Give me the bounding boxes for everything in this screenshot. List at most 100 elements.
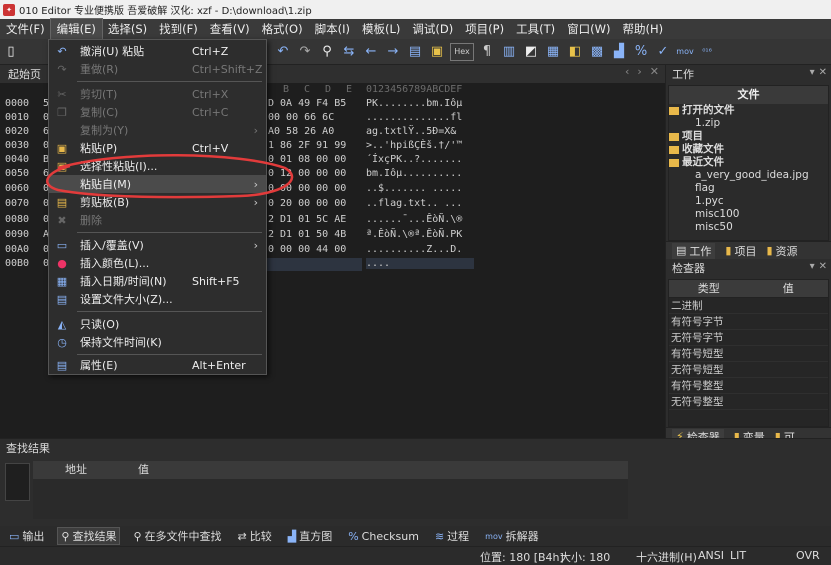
hex-bytes-row[interactable]: 0 00 00 44 00 [268,244,346,255]
tab-find-in-files[interactable]: ⚲ 在多文件中查找 [130,527,224,545]
hex-bytes-row[interactable]: A0 58 26 A0 [268,126,334,137]
pilcrow-icon[interactable]: ¶ [478,43,496,61]
menu-item-paste[interactable]: ▣ 粘贴(P) Ctrl+V [49,139,266,157]
highlight-icon[interactable]: ◩ [522,43,540,61]
menu-format[interactable]: 格式(O) [256,19,309,39]
ascii-row[interactable]: PK........bm.Iôµ [366,98,462,109]
hex-bytes-row[interactable]: 2 D1 01 50 4B [268,229,346,240]
tree-favorites[interactable]: 收藏文件 [669,143,828,156]
menu-item-clipboard[interactable]: ▤ 剪贴板(B) › [49,193,266,211]
inspector-row[interactable]: 无符号字节 [669,330,828,346]
ascii-row[interactable]: ..$....... ..... [366,183,462,194]
menu-help[interactable]: 帮助(H) [616,19,669,39]
menu-script[interactable]: 脚本(I) [309,19,356,39]
panel-menu-icon[interactable]: ▾ [810,67,815,78]
menu-item-copy-as[interactable]: 复制为(Y) › [49,121,266,139]
status-ovr[interactable]: OVR [796,549,820,562]
tab-scroll-right-icon[interactable]: › [637,65,641,78]
menu-item-insert-overwrite[interactable]: ▭ 插入/覆盖(V) › [49,236,266,254]
menu-debug[interactable]: 调试(D) [406,19,459,39]
status-encoding[interactable]: ANSI [698,549,724,562]
menu-file[interactable]: 文件(F) [0,19,51,39]
move-icon[interactable]: mov [676,43,694,61]
hex-bytes-row[interactable]: 00 00 66 6C [268,112,334,123]
tree-file[interactable]: 1.zip [669,117,828,130]
tab-compare[interactable]: ⇄ 比较 [235,527,275,545]
menu-item-cut[interactable]: ✂ 剪切(T) Ctrl+X [49,85,266,103]
hex-bytes-row[interactable]: D 0A 49 F4 B5 [268,98,346,109]
menu-edit[interactable]: 编辑(E) [49,18,103,40]
redo-icon[interactable]: ↷ [296,43,314,61]
menu-select[interactable]: 选择(S) [102,19,153,39]
find-next-icon[interactable]: → [384,43,402,61]
hex-bytes-row[interactable]: 0 01 08 00 00 [268,154,346,165]
menu-template[interactable]: 模板(L) [356,19,406,39]
menu-item-paste-special[interactable]: ▣ 选择性粘贴(I)... [49,157,266,175]
menu-find[interactable]: 找到(F) [153,19,204,39]
find-replace-icon[interactable]: ⇆ [340,43,358,61]
panel-close-icon[interactable]: ✕ [819,67,827,78]
column-value[interactable]: 值 [749,280,829,297]
tab-checksum[interactable]: % Checksum [345,527,422,545]
hex-bytes-row[interactable]: 2 D1 01 5C AE [268,214,346,225]
hex-bytes-row[interactable]: 0 20 00 00 00 [268,198,346,209]
inspector-row[interactable]: 无符号整型 [669,394,828,410]
recent-file[interactable]: misc50 [669,221,828,234]
find-results-grid[interactable]: 地址 值 [33,461,628,519]
tab-workspace[interactable]: ▤ 工作 [672,242,716,259]
menu-project[interactable]: 项目(P) [459,19,510,39]
tab-find-results[interactable]: ⚲ 查找结果 [57,527,121,545]
find-prev-icon[interactable]: ← [362,43,380,61]
tab-output[interactable]: ▭ 输出 [6,527,47,545]
ascii-row[interactable]: ..............fl [366,112,462,123]
menu-item-delete[interactable]: ✖ 删除 [49,211,266,229]
inspector-row[interactable]: 有符号短型 [669,346,828,362]
panel-close-icon[interactable]: ✕ [819,261,827,272]
tab-disassembler[interactable]: mov 拆解器 [482,527,541,545]
menu-item-undo[interactable]: ↶ 撤消(U) 粘贴 Ctrl+Z [49,42,266,60]
hex-bytes-row[interactable]: 0 00 00 00 00 [268,183,346,194]
new-file-icon[interactable]: ▯ [2,43,20,61]
panel-menu-icon[interactable]: ▾ [810,261,815,272]
script-icon[interactable]: ▩ [588,43,606,61]
tab-resources[interactable]: ▮ 资源 [766,243,797,259]
columns-icon[interactable]: ▥ [500,43,518,61]
find-results-options[interactable] [5,463,30,501]
menu-view[interactable]: 查看(V) [204,19,256,39]
tab-process[interactable]: ≋ 过程 [432,527,472,545]
inspector-row[interactable]: 无符号短型 [669,362,828,378]
status-endian[interactable]: LIT [730,549,746,562]
calculator-icon[interactable]: ▦ [544,43,562,61]
column-address[interactable]: 地址 [33,461,138,479]
tree-recent[interactable]: 最近文件 [669,156,828,169]
ascii-row[interactable]: ..........Z...D. [366,244,462,255]
checksum-icon[interactable]: ✓ [654,43,672,61]
status-mode[interactable]: 十六进制(H) [636,549,697,565]
column-value[interactable]: 值 [138,461,149,479]
ascii-row[interactable]: ag.txtlŸ..5Ð=X& [366,126,456,137]
hex-bytes-row[interactable]: 1 86 2F 91 99 [268,140,346,151]
menu-item-redo[interactable]: ↷ 重做(R) Ctrl+Shift+Z [49,60,266,78]
tab-scroll-left-icon[interactable]: ‹ [625,65,629,78]
recent-file[interactable]: flag [669,182,828,195]
ascii-row[interactable]: ..flag.txt.. ... [366,198,462,209]
undo-icon[interactable]: ↶ [274,43,292,61]
menu-window[interactable]: 窗口(W) [561,19,616,39]
bookmark-icon[interactable]: ▣ [428,43,446,61]
hex-mode-icon[interactable]: Hex [450,42,474,61]
menu-item-properties[interactable]: ▤ 属性(E) Alt+Enter [49,356,266,374]
tree-projects[interactable]: 项目 [669,130,828,143]
inspector-row[interactable]: 二进制 [669,298,828,314]
tab-close-icon[interactable]: ✕ [650,65,659,78]
ascii-row[interactable]: ......¯...ÊòÑ.\® [366,214,462,225]
menu-item-insert-datetime[interactable]: ▦ 插入日期/时间(N) Shift+F5 [49,272,266,290]
menu-item-copy[interactable]: ❐ 复制(C) Ctrl+C [49,103,266,121]
hex-bytes-row[interactable]: 0 12 00 00 00 [268,168,346,179]
tab-project[interactable]: ▮ 项目 [725,243,756,259]
ascii-row[interactable]: ´ÍxçPK..?....... [366,154,462,165]
percent-icon[interactable]: % [632,43,650,61]
column-type[interactable]: 类型 [669,280,749,297]
goto-icon[interactable]: ▤ [406,43,424,61]
recent-file[interactable]: misc100 [669,208,828,221]
tree-open-files[interactable]: 打开的文件 [669,104,828,117]
